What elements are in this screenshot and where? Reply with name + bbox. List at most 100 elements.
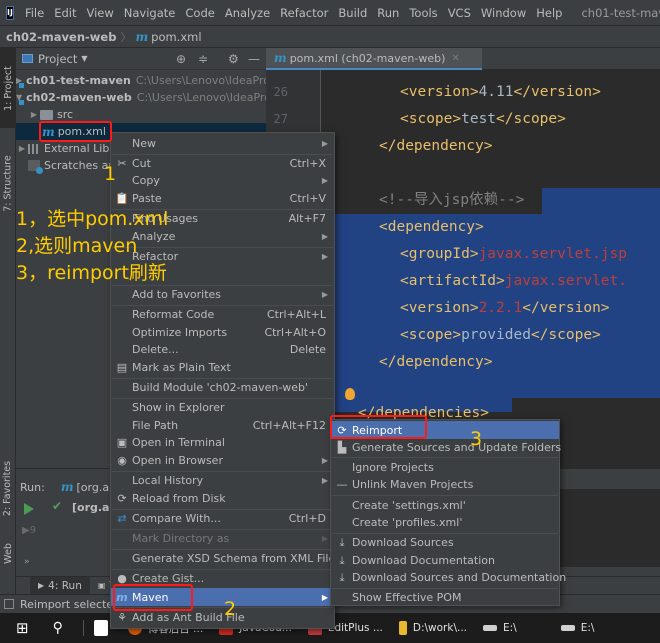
tool-tab-favorites[interactable]: 2: Favorites [0, 448, 16, 528]
menu-item-ignore-projects[interactable]: Ignore Projects [331, 459, 559, 476]
hide-panel-icon[interactable]: — [248, 52, 260, 66]
gear-icon[interactable]: ⚙ [228, 52, 239, 66]
taskbar-item-drive-e-2[interactable]: E:\ [560, 622, 594, 634]
menu-window[interactable]: Window [476, 0, 531, 26]
submenu-arrow-icon: ▶ [321, 232, 328, 241]
tree-item-ch02-maven-web[interactable]: ▼ ch02-maven-web C:\Users\Lenovo\IdeaPro… [16, 89, 266, 106]
menu-run[interactable]: Run [372, 0, 404, 26]
menu-item-create-profiles-xml[interactable]: Create 'profiles.xml' [331, 514, 559, 531]
project-view-selector[interactable]: Project [38, 52, 77, 66]
xml-tag: </dependency> [379, 354, 493, 370]
locate-icon[interactable]: ⊕ [176, 52, 186, 66]
project-panel-header: Project ▼ ⊕ ≑ ⚙ — [16, 48, 266, 70]
terminal-icon: ▣ [116, 436, 128, 449]
menu-help[interactable]: Help [531, 0, 567, 26]
menu-item-reload-from-disk[interactable]: ⟳ Reload from Disk [111, 490, 334, 507]
maven-submenu: ⟳ Reimport ▙ Generate Sources and Update F… [330, 419, 567, 606]
tool-tab-structure[interactable]: 7: Structure [0, 138, 16, 228]
code-editor[interactable]: <version>4.11</version> <scope>test</sco… [322, 70, 660, 460]
menu-edit[interactable]: Edit [49, 0, 81, 26]
run-play-icon[interactable] [24, 503, 34, 515]
menu-item-optimize-imports[interactable]: Optimize Imports Ctrl+Alt+O [111, 324, 334, 341]
taskbar-item-drive-e[interactable]: E:\ [483, 622, 517, 634]
menu-file[interactable]: File [20, 0, 49, 26]
close-icon[interactable]: ✕ [451, 53, 459, 64]
taskbar-item-label: D:\work\... [412, 622, 467, 634]
tree-item-label: src [57, 108, 74, 121]
lightbulb-icon[interactable] [345, 388, 355, 400]
annotation-step-1: 1，选中pom.xml [16, 208, 169, 230]
menu-item-label: Add to Favorites [132, 288, 222, 301]
menu-item-local-history[interactable]: Local History ▶ [111, 472, 334, 489]
search-icon[interactable]: ⚲ [53, 620, 63, 636]
chevron-down-icon[interactable]: ▼ [81, 54, 87, 63]
tree-item-ch01-test-maven[interactable]: ▶ ch01-test-maven C:\Users\Lenovo\IdeaPr… [16, 72, 266, 89]
breadcrumb-file[interactable]: pom.xml [151, 30, 201, 44]
menu-item-file-path[interactable]: File Path Ctrl+Alt+F12 [111, 417, 334, 434]
intellij-taskbar-icon[interactable] [93, 620, 108, 636]
menu-view[interactable]: View [81, 0, 118, 26]
menu-code[interactable]: Code [180, 0, 219, 26]
menu-item-unlink-maven-projects[interactable]: — Unlink Maven Projects [331, 476, 559, 493]
menu-item-shortcut: Ctrl+X [289, 157, 326, 170]
menu-item-label: Unlink Maven Projects [352, 478, 474, 491]
rerun-icon[interactable]: ▶9 [22, 525, 36, 536]
expand-arrow-icon[interactable]: ▶ [28, 110, 40, 119]
more-actions-icon[interactable]: » [24, 557, 30, 567]
menu-item-add-to-favorites[interactable]: Add to Favorites ▶ [111, 286, 334, 303]
menu-item-build-module[interactable]: Build Module 'ch02-maven-web' [111, 379, 334, 396]
windows-start-icon[interactable]: ⊞ [16, 619, 29, 637]
menu-item-new[interactable]: New ▶ [111, 135, 334, 152]
selection-highlight [542, 188, 660, 214]
menu-item-label: Reload from Disk [132, 492, 226, 505]
menu-build[interactable]: Build [333, 0, 372, 26]
download-icon: ⤓ [339, 570, 345, 584]
menu-item-generate-xsd[interactable]: Generate XSD Schema from XML File... [111, 550, 346, 567]
menu-item-label: Ignore Projects [352, 461, 434, 474]
menu-item-create-settings-xml[interactable]: Create 'settings.xml' [331, 497, 559, 514]
collapse-all-icon[interactable]: ≑ [198, 52, 208, 66]
menu-item-open-in-terminal[interactable]: ▣ Open in Terminal [111, 434, 334, 451]
menu-item-copy[interactable]: Copy ▶ [111, 172, 334, 189]
line-number: 27 [273, 112, 288, 126]
menu-item-open-in-browser[interactable]: ◉ Open in Browser ▶ [111, 452, 334, 469]
taskbar-item-explorer[interactable]: D:\work\... [398, 621, 467, 635]
editor-tab-pom-xml[interactable]: m pom.xml (ch02-maven-web) ✕ [266, 48, 482, 70]
plain-text-icon: ▤ [116, 361, 128, 374]
menu-item-download-sources-and-docs[interactable]: ⤓ Download Sources and Documentation [331, 569, 567, 586]
menu-item-compare-with[interactable]: ⇄ Compare With... Ctrl+D [111, 510, 334, 527]
menu-item-show-in-explorer[interactable]: Show in Explorer [111, 399, 334, 416]
tool-tab-run[interactable]: ▶ 4: Run [30, 576, 90, 595]
menu-item-label: Reformat Code [132, 308, 215, 321]
menu-refactor[interactable]: Refactor [275, 0, 333, 26]
menu-item-mark-directory-as[interactable]: Mark Directory as ▶ [111, 530, 334, 547]
expand-arrow-icon[interactable]: ▶ [16, 144, 28, 153]
menu-navigate[interactable]: Navigate [119, 0, 181, 26]
xml-tag: </scope> [496, 111, 566, 127]
menu-item-label: Generate XSD Schema from XML File... [132, 552, 346, 565]
menu-item-generate-sources[interactable]: ▙ Generate Sources and Update Folders [331, 439, 561, 456]
menu-item-reformat-code[interactable]: Reformat Code Ctrl+Alt+L [111, 306, 334, 323]
menu-item-cut[interactable]: ✂ Cut Ctrl+X [111, 155, 334, 172]
annotation-number-1: 1 [104, 163, 117, 185]
tool-tab-web[interactable]: Web [0, 528, 16, 578]
breadcrumb-project[interactable]: ch02-maven-web [6, 30, 116, 44]
menu-item-mark-as-plain-text[interactable]: ▤ Mark as Plain Text [111, 359, 334, 376]
code-line: <version>2.2.1</version> [400, 295, 610, 321]
submenu-arrow-icon: ▶ [321, 252, 328, 261]
tree-item-label: ch01-test-maven [26, 74, 131, 87]
run-panel-header: Run: m [org.ap [16, 477, 116, 497]
menu-item-download-documentation[interactable]: ⤓ Download Documentation [331, 552, 559, 569]
toggle-tool-windows-icon[interactable] [4, 599, 14, 609]
menu-item-delete[interactable]: Delete... Delete [111, 341, 334, 358]
tool-tab-project[interactable]: 1: Project [0, 48, 16, 128]
menu-tools[interactable]: Tools [404, 0, 442, 26]
menu-item-show-effective-pom[interactable]: Show Effective POM [331, 589, 559, 606]
menu-item-label: Show Effective POM [352, 591, 462, 604]
menu-item-add-as-ant-build[interactable]: ⚘ Add as Ant Build File [111, 609, 334, 626]
menu-analyze[interactable]: Analyze [220, 0, 275, 26]
menu-item-download-sources[interactable]: ⤓ Download Sources [331, 534, 559, 551]
xml-comment: <!--导入jsp依赖--> [379, 192, 525, 208]
code-line: <dependency> [379, 214, 484, 240]
menu-vcs[interactable]: VCS [443, 0, 476, 26]
